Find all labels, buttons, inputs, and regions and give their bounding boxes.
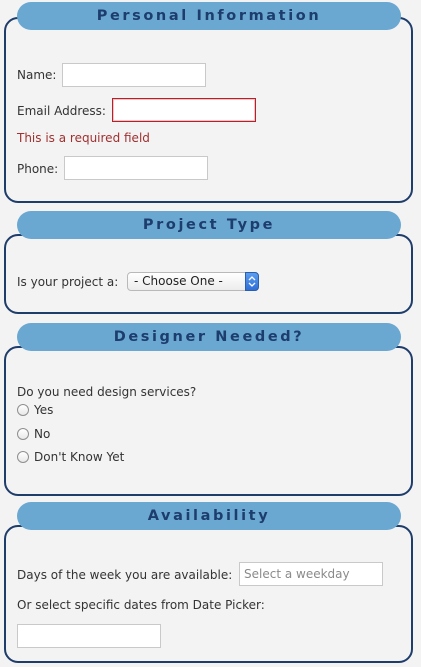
project-type-select[interactable]: - Choose One - (127, 272, 259, 291)
date-picker-input[interactable] (17, 624, 161, 648)
project-type-header: Project Type (17, 211, 401, 239)
email-error-message: This is a required field (17, 131, 150, 145)
personal-information-header: Personal Information (17, 2, 401, 30)
email-label: Email Address: (17, 104, 106, 118)
name-input[interactable] (62, 63, 206, 87)
radio-button-yes[interactable] (17, 404, 29, 416)
design-services-question: Do you need design services? (17, 385, 197, 399)
radio-button-dont-know[interactable] (17, 451, 29, 463)
radio-button-no[interactable] (17, 428, 29, 440)
designer-needed-header: Designer Needed? (17, 323, 401, 351)
availability-header: Availability (17, 502, 401, 530)
radio-label-yes: Yes (34, 403, 54, 417)
weekday-label: Days of the week you are available: (17, 568, 233, 582)
radio-label-dont-know: Don't Know Yet (34, 450, 125, 464)
date-picker-label: Or select specific dates from Date Picke… (17, 598, 265, 612)
project-type-label: Is your project a: (17, 275, 119, 289)
weekday-input[interactable] (239, 562, 383, 586)
radio-label-no: No (34, 427, 51, 441)
select-arrows-icon (245, 272, 259, 291)
designer-needed-panel (4, 346, 413, 496)
project-type-select-value: - Choose One - (134, 274, 223, 288)
phone-label: Phone: (17, 162, 59, 176)
name-label: Name: (17, 68, 57, 82)
email-input[interactable] (112, 98, 256, 122)
phone-input[interactable] (64, 156, 208, 180)
